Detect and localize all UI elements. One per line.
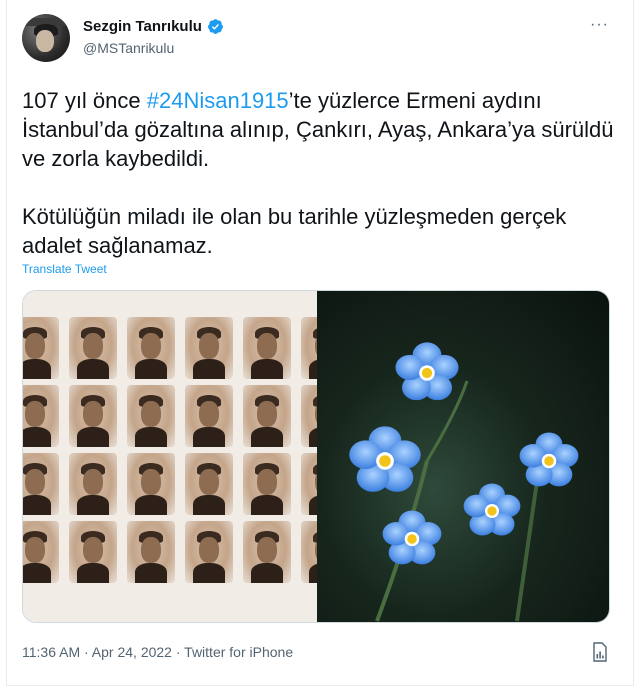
- portrait-thumbnail: [127, 453, 175, 515]
- tweet-date[interactable]: Apr 24, 2022: [92, 644, 172, 660]
- avatar[interactable]: [22, 14, 70, 62]
- flower-center: [544, 456, 554, 466]
- tweet-time[interactable]: 11:36 AM: [22, 644, 80, 660]
- portrait-thumbnail: [243, 317, 291, 379]
- tweet-text-segment: 107 yıl önce: [22, 88, 147, 113]
- tweet-paragraph-1: 107 yıl önce #24Nisan1915’te yüzlerce Er…: [22, 86, 622, 173]
- hashtag-link[interactable]: #24Nisan1915: [147, 88, 289, 113]
- portrait-thumbnail: [243, 385, 291, 447]
- analytics-icon[interactable]: [592, 642, 608, 662]
- verified-badge-icon: [207, 19, 223, 34]
- portrait-thumbnail: [301, 317, 317, 379]
- portrait-thumbnail: [23, 453, 59, 515]
- portrait-thumbnail: [243, 521, 291, 583]
- forget-me-not-photo[interactable]: [317, 291, 609, 622]
- footer-separator: ·: [80, 644, 92, 660]
- author-name-row[interactable]: Sezgin Tanrıkulu: [83, 18, 224, 35]
- portrait-thumbnail: [301, 521, 317, 583]
- portrait-thumbnail: [185, 317, 233, 379]
- portrait-thumbnail: [127, 385, 175, 447]
- portrait-thumbnail: [127, 521, 175, 583]
- portrait-thumbnail: [69, 385, 117, 447]
- portrait-thumbnail: [127, 317, 175, 379]
- footer-separator: ·: [171, 644, 185, 660]
- flower-center: [379, 455, 391, 467]
- more-options-icon[interactable]: ···: [590, 17, 609, 33]
- portrait-thumbnail: [185, 453, 233, 515]
- tweet-source[interactable]: Twitter for iPhone: [184, 644, 293, 660]
- flower: [382, 510, 442, 565]
- flower: [349, 426, 421, 492]
- portrait-thumbnail: [23, 317, 59, 379]
- portrait-thumbnail: [69, 453, 117, 515]
- tweet-media[interactable]: [22, 290, 610, 623]
- author-handle[interactable]: @MSTanrikulu: [83, 40, 174, 56]
- flower-illustration: [349, 342, 579, 622]
- flower-center: [487, 506, 497, 516]
- flower: [519, 432, 579, 487]
- portrait-thumbnail: [185, 385, 233, 447]
- portrait-thumbnail: [185, 521, 233, 583]
- translate-tweet-link[interactable]: Translate Tweet: [22, 262, 107, 276]
- author-display-name[interactable]: Sezgin Tanrıkulu: [83, 18, 202, 35]
- flower-center: [421, 367, 433, 379]
- tweet-footer: 11:36 AM · Apr 24, 2022 · Twitter for iP…: [22, 644, 293, 660]
- portrait-thumbnail: [301, 385, 317, 447]
- portrait-thumbnail: [23, 521, 59, 583]
- flower: [463, 483, 521, 536]
- tweet-paragraph-2: Kötülüğün miladı ile olan bu tarihle yüz…: [22, 204, 567, 258]
- portrait-thumbnail: [243, 453, 291, 515]
- portrait-thumbnail: [301, 453, 317, 515]
- tweet-text: 107 yıl önce #24Nisan1915’te yüzlerce Er…: [22, 86, 622, 289]
- flower-center: [407, 534, 417, 544]
- portraits-photo[interactable]: [23, 291, 317, 622]
- flower: [395, 342, 459, 401]
- portrait-thumbnail: [69, 521, 117, 583]
- portrait-thumbnail: [23, 385, 59, 447]
- portrait-thumbnail: [69, 317, 117, 379]
